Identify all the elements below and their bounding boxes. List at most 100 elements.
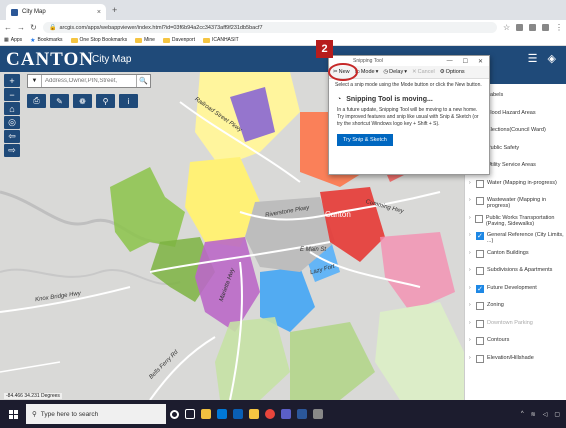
bookmark-folder[interactable]: Davenport <box>162 37 195 43</box>
zoom-out-icon[interactable]: − <box>4 88 20 101</box>
chevron-right-icon[interactable]: › <box>469 197 473 203</box>
menu-icon[interactable]: ⋮ <box>555 23 563 32</box>
windows-start-icon[interactable] <box>0 400 26 428</box>
new-tab-icon[interactable]: + <box>112 5 117 15</box>
mail-icon[interactable] <box>214 400 230 428</box>
layer-checkbox[interactable] <box>476 354 484 363</box>
layer-item[interactable]: › Water (Mapping in-progress) <box>469 179 566 188</box>
star-icon[interactable]: ☆ <box>503 23 510 32</box>
layer-item[interactable]: › Subdivisions & Apartments <box>469 267 566 275</box>
snipping-icon[interactable] <box>310 400 326 428</box>
layer-checkbox[interactable] <box>474 214 483 223</box>
basemap-icon[interactable]: ❁ <box>73 94 92 108</box>
browser-tab-bar: City Map × + <box>0 0 566 20</box>
layer-item[interactable]: › Contours <box>469 337 566 345</box>
layer-item[interactable]: › Zoning <box>469 302 566 310</box>
layer-item[interactable]: › ✓ Future Development <box>469 284 566 293</box>
chevron-down-icon[interactable]: ▼ <box>28 75 42 87</box>
zoom-in-icon[interactable]: + <box>4 74 20 87</box>
chevron-right-icon[interactable]: › <box>469 285 473 291</box>
word-icon[interactable] <box>294 400 310 428</box>
apps-icon: ▦ <box>4 37 9 43</box>
options-button[interactable]: ⚙ Options <box>440 69 465 75</box>
outlook-icon[interactable] <box>230 400 246 428</box>
print-icon[interactable]: ⎙ <box>27 94 46 108</box>
chevron-right-icon[interactable]: › <box>469 250 473 256</box>
layer-item[interactable]: › Wastewater (Mapping in progress) <box>469 197 566 209</box>
list-icon[interactable]: ☰ <box>528 52 538 65</box>
bookmark-folder[interactable]: ICANHASIT <box>203 37 239 43</box>
bookmark-apps[interactable]: ▦ Apps <box>4 37 22 43</box>
extension-icon[interactable] <box>542 24 549 31</box>
close-icon[interactable]: ✕ <box>478 58 483 65</box>
network-icon[interactable]: ≋ <box>531 411 536 418</box>
chrome-icon[interactable] <box>262 400 278 428</box>
chevron-right-icon[interactable]: › <box>469 320 473 326</box>
search-input[interactable] <box>42 75 136 87</box>
layers-icon[interactable]: ◈ <box>548 52 556 65</box>
volume-icon[interactable]: ◁ <box>543 411 548 418</box>
explorer-icon[interactable] <box>246 400 262 428</box>
layer-item[interactable]: › ✓ General Reference (City Limits, ...) <box>469 232 566 244</box>
bookmark-bookmarks[interactable]: ★ Bookmarks <box>30 37 62 44</box>
cancel-button[interactable]: ✕ Cancel <box>412 69 435 75</box>
favicon-icon <box>11 8 18 16</box>
layer-item[interactable]: › Downtown Parking <box>469 319 566 328</box>
layer-item[interactable]: › Canton Buildings <box>469 249 566 258</box>
minimize-icon[interactable]: — <box>447 58 453 65</box>
layer-label: Utility Service Areas <box>487 162 536 168</box>
info-icon[interactable]: i <box>119 94 138 108</box>
extension-icon[interactable] <box>516 24 523 31</box>
notification-icon[interactable]: ▢ <box>554 411 560 418</box>
browser-tab[interactable]: City Map × <box>6 4 106 20</box>
delay-button[interactable]: ◷ Delay ▾ <box>383 69 407 75</box>
chevron-up-icon[interactable]: ^ <box>521 411 524 418</box>
gear-icon: ⚙ <box>439 69 445 75</box>
layer-checkbox[interactable] <box>475 197 484 205</box>
taskbar-search[interactable]: ⚲ Type here to search <box>26 404 166 424</box>
chevron-right-icon[interactable]: › <box>469 180 473 186</box>
previous-extent-icon[interactable]: ⇦ <box>4 130 20 143</box>
bookmark-folder[interactable]: Mine <box>135 37 155 43</box>
locate-icon[interactable]: ◎ <box>4 116 20 129</box>
layer-label: General Reference (City Limits, ...) <box>486 232 564 244</box>
layer-label: Future Development <box>487 284 537 291</box>
layer-checkbox[interactable]: ✓ <box>475 232 484 240</box>
next-extent-icon[interactable]: ⇨ <box>4 144 20 157</box>
bookmark-folder[interactable]: One Stop Bookmarks <box>70 37 127 43</box>
layer-checkbox[interactable] <box>476 249 484 258</box>
chevron-right-icon[interactable]: › <box>469 232 473 238</box>
chevron-right-icon[interactable]: › <box>469 337 473 343</box>
extension-icon[interactable] <box>529 24 536 31</box>
mode-button[interactable]: ▭ Mode ▾ <box>355 69 379 75</box>
layer-item[interactable]: › Elevation/Hillshade <box>469 354 566 363</box>
layer-item[interactable]: › Public Works Transportation (Paving, Si… <box>469 214 566 227</box>
reload-icon[interactable]: ↻ <box>30 23 37 32</box>
back-icon[interactable]: ← <box>4 23 12 32</box>
star-icon: ★ <box>30 37 36 44</box>
forward-icon[interactable]: → <box>17 23 25 32</box>
task-view-icon[interactable] <box>182 400 198 428</box>
layer-checkbox[interactable]: ✓ <box>476 284 484 293</box>
close-icon[interactable]: × <box>97 9 101 16</box>
chevron-right-icon[interactable]: › <box>469 355 473 361</box>
search-icon[interactable]: 🔍 <box>136 75 150 87</box>
store-icon[interactable] <box>198 400 214 428</box>
snip-info-body: In a future update, Snipping Tool will b… <box>337 106 479 127</box>
chevron-right-icon[interactable]: › <box>469 302 473 308</box>
layer-checkbox[interactable] <box>476 319 484 328</box>
layer-checkbox[interactable] <box>476 267 484 275</box>
layer-checkbox[interactable] <box>476 337 484 345</box>
chevron-right-icon[interactable]: › <box>469 267 473 273</box>
try-snip-sketch-button[interactable]: Try Snip & Sketch <box>337 133 393 146</box>
layer-checkbox[interactable] <box>476 179 484 188</box>
url-field[interactable]: 🔒 arcgis.com/apps/webappviewer/index.htm… <box>43 22 497 33</box>
home-icon[interactable]: ⌂ <box>4 102 20 115</box>
measure-icon[interactable]: ⚲ <box>96 94 115 108</box>
teams-icon[interactable] <box>278 400 294 428</box>
layer-checkbox[interactable] <box>476 302 484 310</box>
maximize-icon[interactable]: ☐ <box>463 58 468 65</box>
draw-icon[interactable]: ✎ <box>50 94 69 108</box>
chevron-right-icon[interactable]: › <box>469 215 472 221</box>
cortana-icon[interactable] <box>166 400 182 428</box>
